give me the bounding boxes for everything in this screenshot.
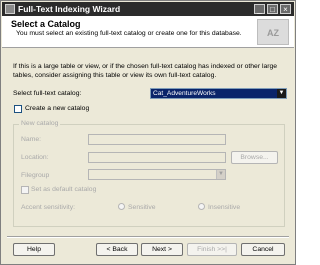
intro-text-line2: tables, consider assigning this table or… — [13, 72, 217, 79]
page-subtitle: You must select an existing full-text ca… — [16, 30, 242, 37]
create-new-catalog-label: Create a new catalog — [25, 105, 90, 112]
finish-button[interactable]: Finish >>| — [187, 243, 237, 256]
cancel-button[interactable]: Cancel — [241, 243, 285, 256]
sensitive-radio[interactable] — [118, 203, 125, 210]
sensitive-label: Sensitive — [128, 204, 156, 211]
set-default-checkbox[interactable] — [21, 186, 29, 194]
title-bar: Full-Text Indexing Wizard _ □ × — [2, 2, 294, 16]
accent-sensitivity-label: Accent sensitivity: — [21, 204, 76, 211]
wizard-logo-icon: AZ — [257, 19, 289, 45]
insensitive-label: Insensitive — [208, 204, 241, 211]
location-label: Location: — [21, 154, 49, 161]
minimize-button[interactable]: _ — [254, 4, 265, 14]
page-title: Select a Catalog — [11, 19, 81, 29]
app-icon — [5, 4, 15, 14]
catalog-select[interactable]: Cat_AdventureWorks ▼ — [150, 88, 287, 99]
create-new-catalog-checkbox[interactable] — [14, 105, 22, 113]
browse-button[interactable]: Browse... — [231, 151, 278, 164]
back-button[interactable]: < Back — [96, 243, 138, 256]
close-button[interactable]: × — [280, 4, 291, 14]
filegroup-select[interactable]: ▼ — [88, 169, 226, 180]
name-label: Name: — [21, 136, 42, 143]
footer-divider — [7, 236, 289, 238]
help-button[interactable]: Help — [13, 243, 55, 256]
filegroup-label: Filegroup — [21, 172, 50, 179]
set-default-label: Set as default catalog — [31, 186, 97, 193]
next-button[interactable]: Next > — [141, 243, 183, 256]
wizard-window: Full-Text Indexing Wizard _ □ × Select a… — [0, 0, 296, 265]
new-catalog-legend: New catalog — [19, 120, 61, 127]
intro-text-line1: If this is a large table or view, or if … — [13, 63, 278, 70]
window-title: Full-Text Indexing Wizard — [18, 4, 121, 14]
wizard-header: Select a Catalog You must select an exis… — [2, 16, 294, 48]
catalog-select-label: Select full-text catalog: — [13, 90, 82, 97]
chevron-down-icon[interactable]: ▼ — [277, 89, 286, 98]
catalog-select-value: Cat_AdventureWorks — [153, 90, 216, 97]
chevron-down-icon[interactable]: ▼ — [216, 170, 225, 179]
maximize-button[interactable]: □ — [267, 4, 278, 14]
insensitive-radio[interactable] — [198, 203, 205, 210]
location-field[interactable] — [88, 152, 226, 163]
name-field[interactable] — [88, 134, 226, 145]
